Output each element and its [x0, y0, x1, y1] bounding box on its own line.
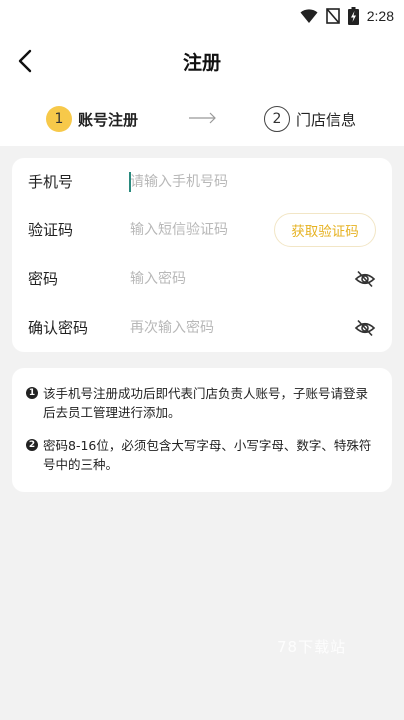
password-row: 密码 [12, 255, 392, 303]
step-2-label: 门店信息 [296, 110, 357, 129]
confirm-password-input[interactable] [130, 314, 330, 342]
battery-charging-icon [347, 7, 359, 25]
register-form: 手机号 验证码 获取验证码 密码 确认密码 [12, 158, 392, 352]
status-time: 2:28 [366, 8, 394, 24]
step-account-register: 1 账号注册 [46, 105, 138, 133]
password-label: 密码 [28, 270, 59, 288]
watermark: 78下载站 [277, 638, 347, 656]
notice-item: 1 该手机号注册成功后即代表门店负责人账号，子账号请登录后去员工管理进行添加。 [26, 384, 378, 422]
step-2-number: 2 [264, 106, 290, 132]
status-icons: 2:28 [300, 6, 394, 26]
text-cursor [129, 172, 131, 192]
eye-off-icon[interactable] [354, 268, 376, 290]
notice-card: 1 该手机号注册成功后即代表门店负责人账号，子账号请登录后去员工管理进行添加。 … [12, 368, 392, 492]
step-1-number: 1 [46, 106, 72, 132]
confirm-password-label: 确认密码 [28, 319, 89, 337]
confirm-password-row: 确认密码 [12, 304, 392, 352]
code-label: 验证码 [28, 221, 74, 239]
notice-text: 该手机号注册成功后即代表门店负责人账号，子账号请登录后去员工管理进行添加。 [43, 386, 369, 420]
no-signal-icon [325, 8, 340, 24]
notice-item: 2 密码8-16位，必须包含大写字母、小写字母、数字、特殊符号中的三种。 [26, 436, 378, 474]
notice-number-badge: 1 [26, 387, 38, 399]
sms-code-input[interactable] [130, 216, 270, 244]
code-row: 验证码 获取验证码 [12, 206, 392, 254]
step-store-info: 2 门店信息 [264, 105, 356, 133]
phone-row: 手机号 [12, 158, 392, 206]
status-bar: 2:28 [0, 0, 404, 32]
phone-input[interactable] [130, 168, 330, 196]
arrow-right-icon [189, 112, 216, 124]
wifi-icon [300, 9, 318, 23]
app-header: 注册 [0, 38, 404, 84]
page-title: 注册 [182, 52, 221, 74]
eye-off-icon[interactable] [354, 317, 376, 339]
step-indicator: 1 账号注册 2 门店信息 [0, 100, 404, 138]
phone-label: 手机号 [28, 173, 74, 191]
get-code-button[interactable]: 获取验证码 [274, 213, 376, 247]
notice-text: 密码8-16位，必须包含大写字母、小写字母、数字、特殊符号中的三种。 [43, 438, 372, 472]
step-1-label: 账号注册 [78, 110, 139, 129]
password-input[interactable] [130, 265, 330, 293]
notice-number-badge: 2 [26, 439, 38, 451]
